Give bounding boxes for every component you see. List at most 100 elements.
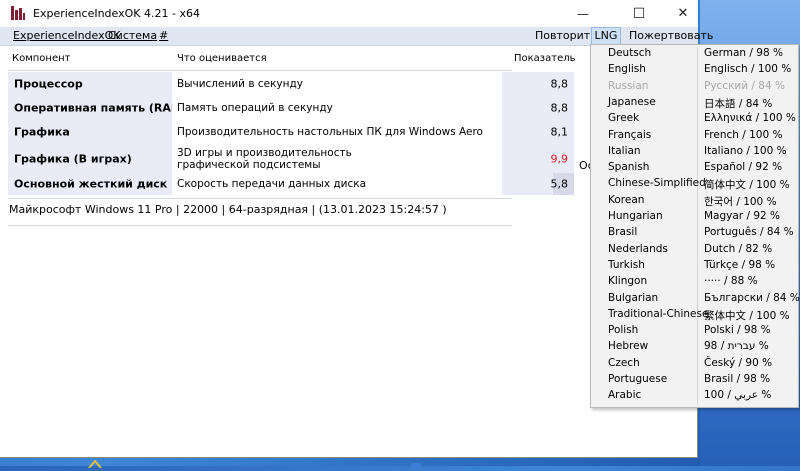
language-option[interactable]: Japanese 日本語 / 84 %	[591, 95, 798, 111]
repeat-button[interactable]: Повторить	[535, 29, 597, 42]
header-rated: Что оценивается	[177, 53, 267, 64]
language-option[interactable]: Traditional-Chinese 繁体中文 / 100 %	[591, 307, 798, 323]
component-description: Память операций в секунду	[177, 102, 333, 114]
component-description: Скорость передачи данных диска	[177, 178, 367, 190]
language-name: Chinese-Simplified	[608, 177, 706, 190]
language-option[interactable]: Hebrew 98 / עברית %	[591, 339, 798, 355]
component-description: 3D игры и производительность графической…	[177, 146, 352, 171]
language-native-label: Englisch / 100 %	[704, 63, 792, 76]
language-native-label: Български / 84 %	[704, 291, 800, 304]
language-option[interactable]: Spanish Español / 92 %	[591, 160, 798, 176]
language-native-label: 繁体中文 / 100 %	[704, 309, 790, 322]
menu-hash[interactable]: #	[159, 29, 168, 42]
language-option: Russian Русский / 84 %	[591, 79, 798, 95]
component-score: 8,1	[550, 125, 569, 139]
language-option[interactable]: Bulgarian Български / 84 %	[591, 291, 800, 307]
language-native-label: 한국어 / 100 %	[704, 195, 777, 208]
language-option[interactable]: Korean 한국어 / 100 %	[591, 193, 798, 209]
app-logo-icon	[11, 6, 25, 20]
language-name: Portuguese	[608, 373, 668, 385]
language-option[interactable]: Italian Italiano / 100 %	[591, 144, 798, 160]
language-name: Czech	[608, 356, 640, 369]
language-native-label: Magyar / 92 %	[704, 210, 781, 222]
minimize-button[interactable]: —	[560, 0, 606, 27]
close-button[interactable]: ✕	[660, 0, 706, 27]
language-option[interactable]: Arabic 100 / عربي %	[591, 388, 798, 404]
language-name: Traditional-Chinese	[608, 307, 709, 320]
component-name: Основной жесткий диск	[14, 177, 168, 191]
table-row[interactable]: Графика Производительность настольных ПК…	[8, 120, 574, 144]
language-native-label: Русский / 84 %	[704, 79, 785, 92]
language-name: Greek	[608, 112, 640, 125]
title-bar[interactable]: ExperienceIndexOK 4.21 - x64 — ☐ ✕	[0, 0, 698, 27]
language-name: Nederlands	[608, 242, 668, 255]
language-option[interactable]: Polish Polski / 98 %	[591, 323, 798, 339]
language-name: English	[608, 63, 646, 76]
language-option[interactable]: Nederlands Dutch / 82 %	[591, 242, 798, 258]
language-option[interactable]: Brasil Português / 84 %	[591, 225, 798, 241]
component-score: 5,8	[550, 177, 569, 191]
language-name: Bulgarian	[608, 291, 659, 304]
language-option[interactable]: Français French / 100 %	[591, 128, 798, 144]
menu-app[interactable]: ExperienceIndexOK	[13, 29, 121, 42]
language-name: Japanese	[608, 95, 656, 108]
system-info: Майкрософт Windows 11 Pro | 22000 | 64-р…	[9, 203, 447, 216]
language-native-label: Türkçe / 98 %	[704, 258, 776, 271]
language-native-label: 100 / عربي %	[704, 389, 772, 402]
language-native-label: ····· / 88 %	[704, 275, 758, 288]
language-native-label: 98 / עברית %	[704, 340, 769, 353]
component-name: Графика (В играх)	[14, 152, 132, 165]
maximize-button[interactable]: ☐	[616, 0, 662, 27]
maximize-icon: ☐	[632, 5, 646, 22]
table-row[interactable]: Процессор Вычислений в секунду 8,8	[8, 72, 574, 96]
language-name: Deutsch	[608, 47, 652, 59]
language-name: Turkish	[608, 258, 645, 271]
minimize-icon: —	[577, 6, 589, 21]
language-native-label: French / 100 %	[704, 128, 783, 141]
component-name: Графика	[14, 125, 70, 139]
table-row[interactable]: Оперативная память (RAM) Память операций…	[8, 96, 574, 120]
language-name: Arabic	[608, 389, 642, 402]
language-option[interactable]: Turkish Türkçe / 98 %	[591, 258, 798, 274]
language-native-label: Český / 90 %	[704, 356, 773, 369]
language-native-label: Polski / 98 %	[704, 324, 771, 337]
language-option[interactable]: Portuguese Brasil / 98 %	[591, 372, 798, 388]
lng-button[interactable]: LNG	[591, 27, 621, 45]
component-description: Производительность настольных ПК для Win…	[177, 126, 483, 138]
language-native-label: 日本語 / 84 %	[704, 97, 773, 110]
language-name: Italian	[608, 144, 641, 157]
menu-system[interactable]: Система	[108, 29, 157, 42]
language-option[interactable]: Chinese-Simplified 简体中文 / 100 %	[591, 176, 798, 192]
language-native-label: Português / 84 %	[704, 226, 794, 239]
taskbar-icon[interactable]	[409, 458, 423, 468]
taskbar-icon[interactable]	[88, 458, 102, 469]
component-score: 8,8	[550, 77, 569, 91]
close-icon: ✕	[677, 6, 689, 21]
component-score: 9,9	[550, 152, 569, 165]
table-row[interactable]: Основной жесткий диск Скорость передачи …	[8, 173, 574, 195]
language-name: Polish	[608, 324, 639, 337]
divider	[8, 225, 512, 226]
language-name: Spanish	[608, 161, 650, 174]
language-name: Hebrew	[608, 340, 649, 353]
language-option[interactable]: Hungarian Magyar / 92 %	[591, 209, 798, 225]
language-option[interactable]: Deutsch German / 98 %	[591, 46, 798, 62]
language-native-label: Dutch / 82 %	[704, 242, 773, 255]
component-name: Процессор	[14, 77, 83, 91]
language-name: Klingon	[608, 275, 648, 288]
language-native-label: Ελληνικά / 100 %	[704, 112, 796, 125]
language-native-label: German / 98 %	[704, 47, 783, 59]
language-name: Hungarian	[608, 210, 663, 222]
language-menu: Deutsch German / 98 % English Englisch / 10…	[590, 44, 800, 408]
language-option[interactable]: Czech Český / 90 %	[591, 356, 798, 372]
component-description: Вычислений в секунду	[177, 78, 303, 90]
language-option[interactable]: Klingon ····· / 88 %	[591, 274, 798, 290]
language-option[interactable]: English Englisch / 100 %	[591, 62, 798, 78]
language-option[interactable]: Greek Ελληνικά / 100 %	[591, 111, 798, 127]
component-score: 8,8	[550, 101, 569, 115]
donate-button[interactable]: Пожертвовать	[629, 29, 713, 42]
header-component: Компонент	[12, 53, 71, 64]
table-row[interactable]: Графика (В играх) 3D игры и производител…	[8, 144, 574, 173]
component-name: Оперативная память (RAM)	[14, 101, 187, 115]
divider	[8, 198, 512, 199]
